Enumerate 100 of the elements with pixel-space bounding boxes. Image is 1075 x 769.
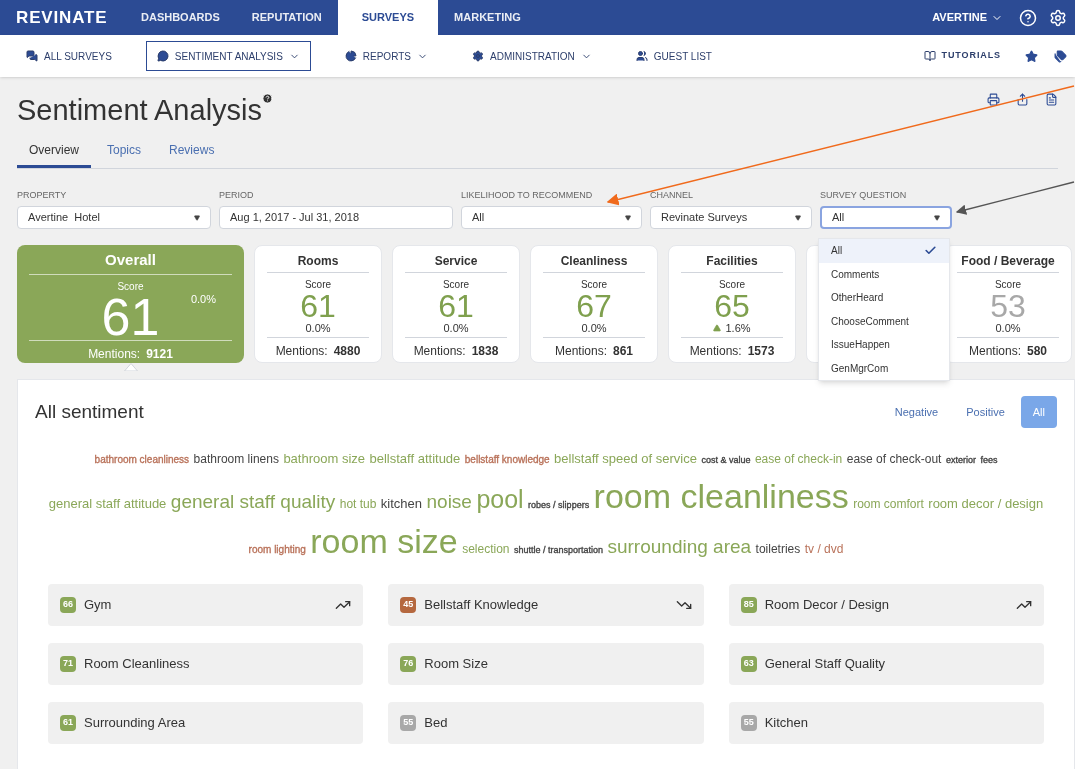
nav-tab[interactable]: SURVEYS: [337, 0, 439, 35]
topic-tile[interactable]: 61 Surrounding Area: [48, 702, 364, 744]
settings-icon[interactable]: [1049, 8, 1067, 27]
topic-name: Room Decor / Design: [764, 596, 890, 615]
dropdown-option[interactable]: All: [819, 239, 949, 263]
word-cloud-term[interactable]: robes / slippers: [528, 500, 590, 510]
sub-nav-item[interactable]: REPORTS: [334, 41, 438, 71]
mentions-count: 9121: [146, 345, 173, 363]
date-range-field[interactable]: Aug 1, 2017 - Jul 31, 2018: [219, 206, 453, 229]
sub-nav-item[interactable]: SENTIMENT ANALYSIS: [145, 41, 311, 71]
caret-icon: [194, 214, 200, 221]
page-tab[interactable]: Reviews: [157, 140, 227, 168]
score-value: 61: [300, 292, 336, 320]
score-badge: 76: [400, 656, 417, 672]
word-cloud-term[interactable]: kitchen: [380, 496, 423, 511]
share-icon[interactable]: [1016, 93, 1029, 106]
caret-icon: [625, 214, 631, 221]
score-label: Score: [304, 278, 332, 292]
nav-tab[interactable]: DASHBOARDS: [125, 0, 236, 35]
score-card[interactable]: Cleanliness Score 67 0.0% Mentions: 861: [530, 245, 658, 363]
caret-icon: [795, 214, 801, 221]
word-cloud-term[interactable]: exterior: [945, 455, 976, 465]
select-field[interactable]: Avertine Hotel: [17, 206, 211, 229]
page-tab[interactable]: Topics: [95, 140, 154, 168]
page-title: Sentiment Analysis: [17, 93, 262, 128]
score-change: 0.0%: [190, 291, 216, 307]
topic-name: Kitchen: [764, 714, 810, 733]
help-icon[interactable]: [262, 93, 273, 104]
score-change: 0.0%: [305, 321, 331, 336]
section-title: All sentiment: [35, 399, 144, 424]
word-cloud-term[interactable]: bathroom cleanliness: [94, 454, 190, 465]
logo[interactable]: REVINATE: [0, 4, 125, 31]
account-menu[interactable]: AVERTINE: [932, 9, 1003, 26]
score-label: Score: [580, 278, 608, 292]
select-field[interactable]: Revinate Surveys: [650, 206, 812, 229]
topic-tile[interactable]: 55 Kitchen: [728, 702, 1044, 744]
topic-name: Room Cleanliness: [84, 655, 191, 674]
score-badge: 55: [740, 715, 757, 731]
settings-icon: [472, 50, 484, 62]
mentions-count: 580: [1027, 342, 1048, 360]
sub-nav-item[interactable]: GUEST LIST: [625, 41, 722, 71]
mentions-count: 1838: [471, 342, 499, 360]
score-card[interactable]: Rooms Score 61 0.0% Mentions: 4880: [254, 245, 382, 363]
topic-tile[interactable]: 63 General Staff Quality: [728, 643, 1044, 685]
users-icon: [635, 50, 648, 62]
print-icon[interactable]: [987, 93, 1000, 106]
help-icon[interactable]: [1019, 8, 1037, 27]
word-cloud-term[interactable]: ease of check-out: [846, 452, 942, 466]
book-icon: [923, 50, 936, 62]
topic-name: Gym: [84, 596, 113, 615]
pdf-icon[interactable]: [1045, 93, 1058, 106]
topic-tile[interactable]: 85 Room Decor / Design: [728, 584, 1044, 626]
pie-chart-icon: [344, 50, 357, 62]
score-card[interactable]: Service Score 61 0.0% Mentions: 1838: [392, 245, 520, 363]
topic-name: Surrounding Area: [84, 714, 187, 733]
sentiment-filter[interactable]: Negative: [882, 396, 951, 428]
card-title: Facilities: [681, 246, 783, 273]
select-field[interactable]: All: [820, 206, 952, 229]
score-badge: 85: [740, 597, 757, 613]
star-icon[interactable]: [1025, 49, 1038, 63]
word-cloud-term[interactable]: toiletries: [755, 542, 801, 556]
topic-tile[interactable]: 45 Bellstaff Knowledge: [388, 584, 704, 626]
tags-icon[interactable]: [1054, 49, 1067, 63]
word-cloud-term[interactable]: bellstaff knowledge: [464, 454, 550, 465]
mentions-count: 4880: [333, 342, 361, 360]
word-cloud-term[interactable]: shuttle / transportation: [513, 545, 603, 555]
topic-tile[interactable]: 66 Gym: [48, 584, 364, 626]
score-value: 53: [990, 292, 1026, 320]
score-card[interactable]: Facilities Score 65 1.6% Mentions: 1573: [668, 245, 796, 363]
score-change: 0.0%: [995, 321, 1021, 336]
filter-label: SURVEY QUESTION: [820, 188, 908, 202]
topic-tile[interactable]: 55 Bed: [388, 702, 704, 744]
nav-tab[interactable]: MARKETING: [438, 0, 537, 35]
mentions-label: Mentions:: [689, 342, 742, 360]
select-field[interactable]: All: [461, 206, 642, 229]
score-badge: 45: [400, 597, 417, 613]
word-cloud-term[interactable]: room lighting: [248, 544, 306, 555]
score-badge: 63: [740, 656, 757, 672]
filter-label: PERIOD: [219, 188, 255, 202]
score-label: Score: [117, 279, 144, 294]
card-title: Service: [405, 246, 507, 273]
mentions-label: Mentions:: [554, 342, 607, 360]
word-cloud-term[interactable]: cost & value: [701, 455, 751, 465]
tutorials-link[interactable]: TUTORIALS: [923, 49, 1001, 63]
topic-tile[interactable]: 76 Room Size: [388, 643, 704, 685]
filter-label: CHANNEL: [650, 188, 694, 202]
sub-nav-item[interactable]: ADMINISTRATION: [462, 41, 602, 71]
sentiment-filter[interactable]: Positive: [954, 396, 1017, 428]
mentions-count: 1573: [747, 342, 775, 360]
page-tab[interactable]: Overview: [17, 140, 91, 168]
speech-bubble-icon: [156, 50, 169, 62]
word-cloud-term[interactable]: bathroom linens: [193, 452, 279, 466]
nav-tab[interactable]: REPUTATION: [235, 0, 338, 35]
mentions-label: Mentions:: [968, 342, 1021, 360]
caret-icon: [934, 214, 940, 221]
topic-tile[interactable]: 71 Room Cleanliness: [48, 643, 364, 685]
word-cloud-term[interactable]: tv / dvd: [804, 542, 844, 556]
word-cloud-term[interactable]: fees: [980, 455, 998, 465]
sub-nav-item[interactable]: ALL SURVEYS: [16, 41, 122, 71]
score-change: 0.0%: [581, 321, 607, 336]
